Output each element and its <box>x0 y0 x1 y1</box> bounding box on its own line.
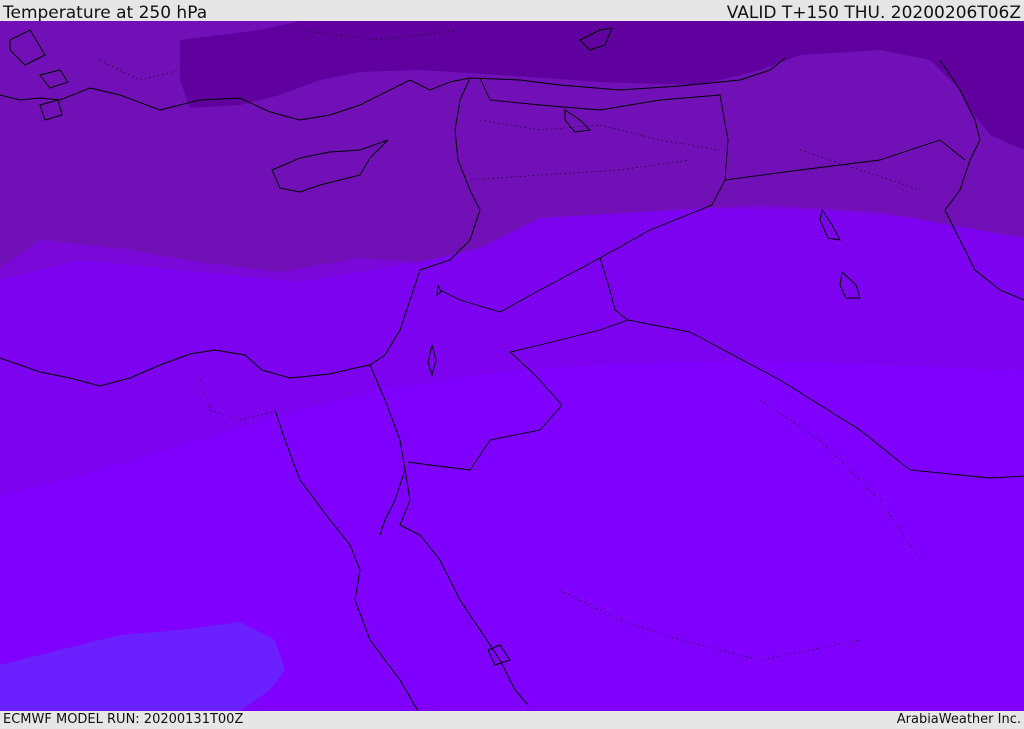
map-canvas <box>0 21 1024 711</box>
credit: ArabiaWeather Inc. <box>896 712 1021 727</box>
header-bar: Temperature at 250 hPa VALID T+150 THU. … <box>0 0 1024 23</box>
model-run: ECMWF MODEL RUN: 20200131T00Z <box>3 712 244 727</box>
temperature-map[interactable] <box>0 21 1024 711</box>
footer-bar: ECMWF MODEL RUN: 20200131T00Z ArabiaWeat… <box>0 711 1024 729</box>
